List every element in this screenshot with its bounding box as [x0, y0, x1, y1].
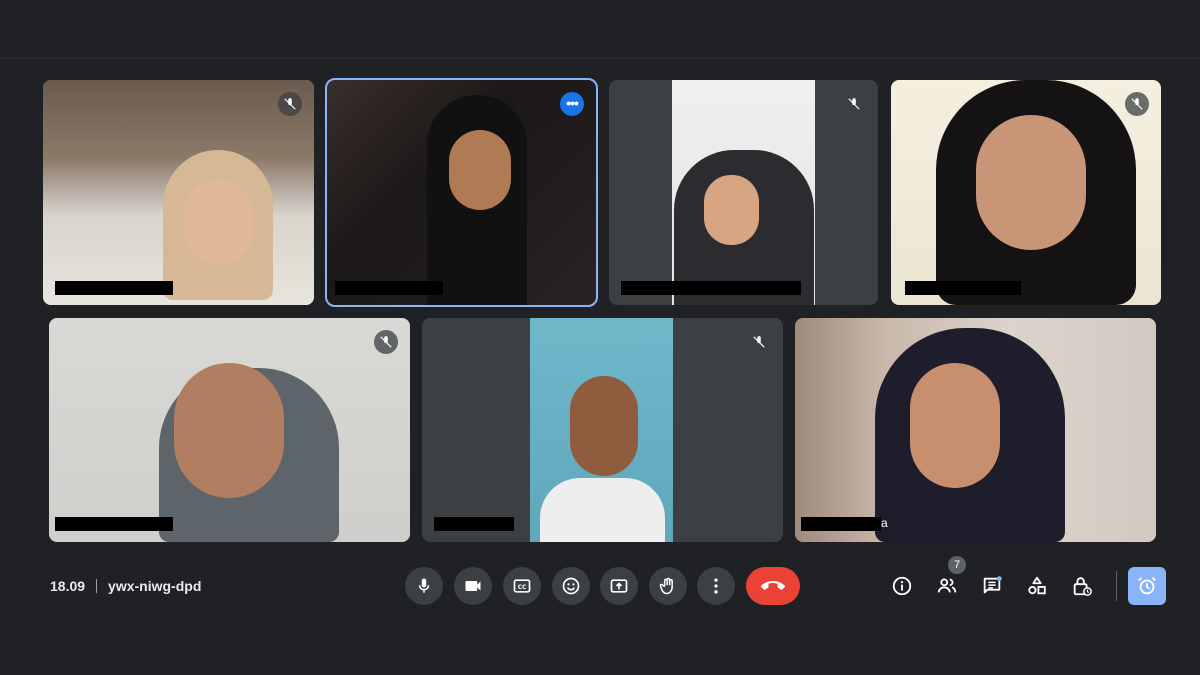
participant-tile-6[interactable]: [422, 318, 783, 542]
participant-tile-3[interactable]: [609, 80, 878, 305]
timer-button[interactable]: [1128, 567, 1166, 605]
participant-tile-7[interactable]: a: [795, 318, 1156, 542]
meeting-time: 18.09: [50, 578, 86, 594]
participant-name-suffix: a: [881, 516, 888, 530]
meeting-info-separator: [96, 579, 98, 593]
chat-icon: [983, 576, 1002, 594]
mic-icon: [418, 578, 430, 593]
info-icon: [892, 576, 912, 596]
people-icon: [937, 578, 957, 593]
people-button[interactable]: [933, 572, 961, 600]
leave-call-button[interactable]: [746, 567, 800, 605]
participant-name-redacted: [434, 517, 514, 531]
participant-tile-2[interactable]: •••: [325, 78, 598, 307]
more-options-button[interactable]: [697, 567, 735, 605]
participant-tile-5[interactable]: [49, 318, 410, 542]
participant-face: [910, 363, 1000, 488]
host-controls-button[interactable]: [1068, 572, 1096, 600]
participant-tile-1[interactable]: [43, 80, 314, 305]
participant-face: [174, 363, 284, 498]
camera-button[interactable]: [454, 567, 492, 605]
mic-button[interactable]: [405, 567, 443, 605]
emoji-icon: [562, 577, 580, 595]
toolbar-divider: [1116, 571, 1117, 601]
meeting-info-button[interactable]: [888, 572, 916, 600]
captions-button[interactable]: CC: [503, 567, 541, 605]
participant-name-redacted: [621, 281, 801, 295]
participant-name-redacted: [801, 517, 881, 531]
muted-mic-icon: [278, 92, 302, 116]
more-options-icon: [714, 578, 718, 594]
present-button[interactable]: [600, 567, 638, 605]
more-options-icon[interactable]: •••: [560, 92, 584, 116]
participant-avatar: [540, 478, 665, 542]
reactions-button[interactable]: [552, 567, 590, 605]
top-divider: [0, 58, 1200, 59]
meeting-details: 18.09 ywx-niwg-dpd: [50, 576, 201, 596]
muted-mic-icon: [747, 330, 771, 354]
meeting-code[interactable]: ywx-niwg-dpd: [108, 578, 201, 594]
participant-name-redacted: [55, 281, 173, 295]
activities-button[interactable]: [1023, 572, 1051, 600]
raise-hand-icon: [659, 577, 673, 595]
participant-name-redacted: [335, 281, 443, 295]
participant-face: [704, 175, 759, 245]
host-controls-icon: [1073, 577, 1092, 596]
hang-up-icon: [761, 581, 785, 590]
participant-name-redacted: [905, 281, 1021, 295]
muted-mic-icon: [374, 330, 398, 354]
present-screen-icon: [610, 579, 628, 593]
chat-button[interactable]: [978, 572, 1006, 600]
activities-icon: [1028, 576, 1046, 595]
raise-hand-button[interactable]: [649, 567, 687, 605]
muted-mic-icon: [842, 92, 866, 116]
alarm-icon: [1138, 577, 1156, 595]
closed-captions-icon: CC: [513, 579, 531, 593]
participant-tile-4[interactable]: [891, 80, 1161, 305]
svg-text:CC: CC: [518, 585, 527, 591]
participant-face: [183, 180, 253, 265]
participant-face: [449, 130, 511, 210]
camera-icon: [465, 581, 481, 591]
participant-face: [570, 376, 638, 476]
participant-face: [976, 115, 1086, 250]
muted-mic-icon: [1125, 92, 1149, 116]
participant-name-redacted: [55, 517, 173, 531]
